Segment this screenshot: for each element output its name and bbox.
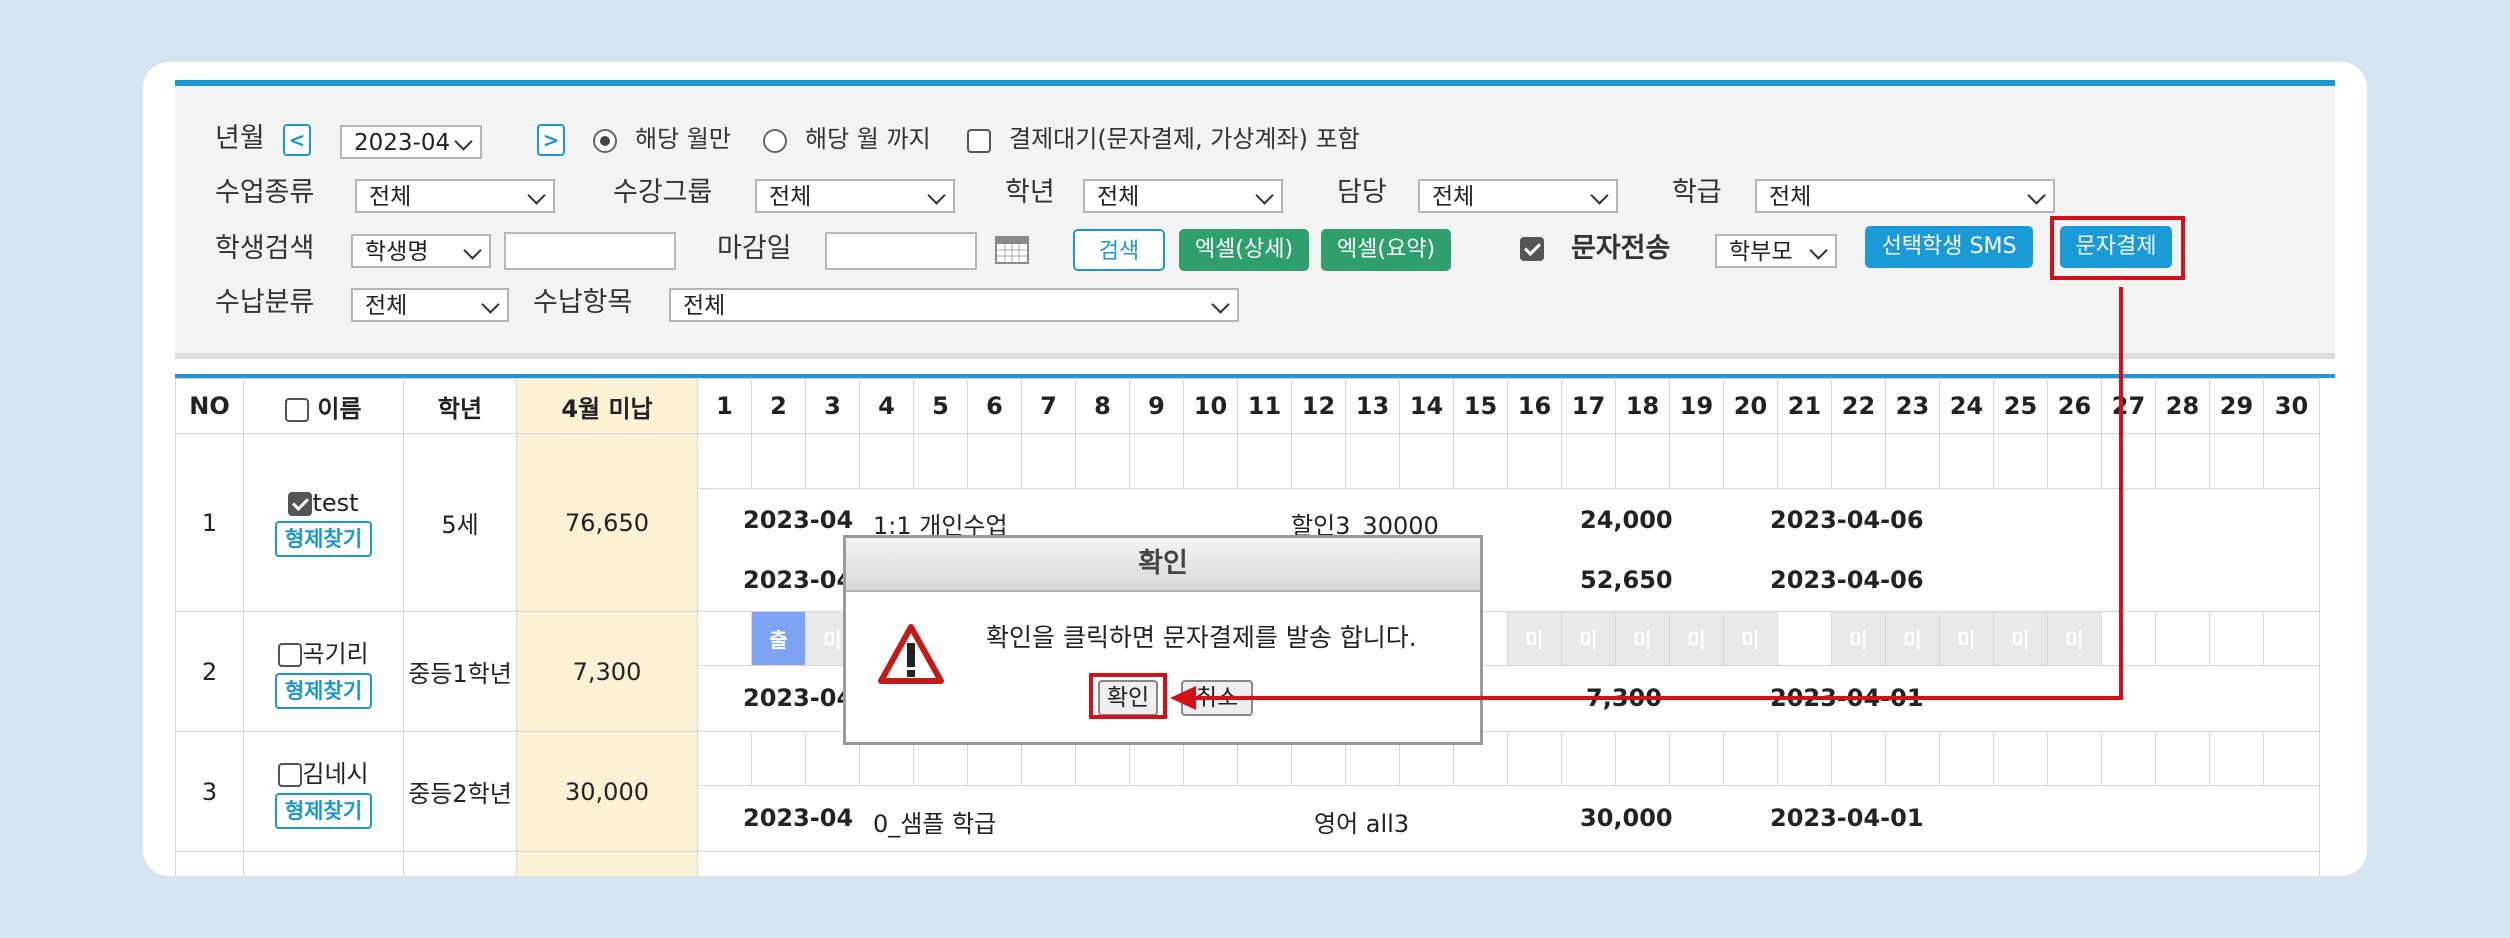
arrow-head-icon	[1170, 686, 1196, 710]
annotation-arrow	[1170, 287, 2123, 710]
arrow-line	[1180, 287, 2123, 700]
